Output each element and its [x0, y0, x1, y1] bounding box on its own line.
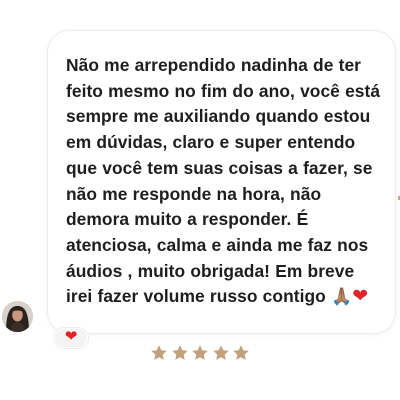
reaction-badge[interactable]: ❤ [54, 328, 88, 348]
avatar-photo [2, 301, 33, 332]
star-icon [151, 345, 167, 360]
star-icon [192, 345, 208, 360]
red-heart-icon: ❤ [352, 285, 369, 308]
message-text: Não me arrependido nadinha de ter feito … [66, 53, 383, 311]
star-icon [233, 345, 249, 360]
message-bubble[interactable]: Não me arrependido nadinha de ter feito … [47, 30, 396, 334]
star-rating [150, 343, 250, 363]
folded-hands-icon: 🙏🏽 [331, 287, 353, 308]
message-body: Não me arrependido nadinha de ter feito … [66, 55, 381, 307]
star-icon [212, 345, 229, 360]
red-heart-icon: ❤ [64, 328, 78, 345]
avatar[interactable] [2, 301, 33, 332]
star-icon [171, 345, 188, 360]
